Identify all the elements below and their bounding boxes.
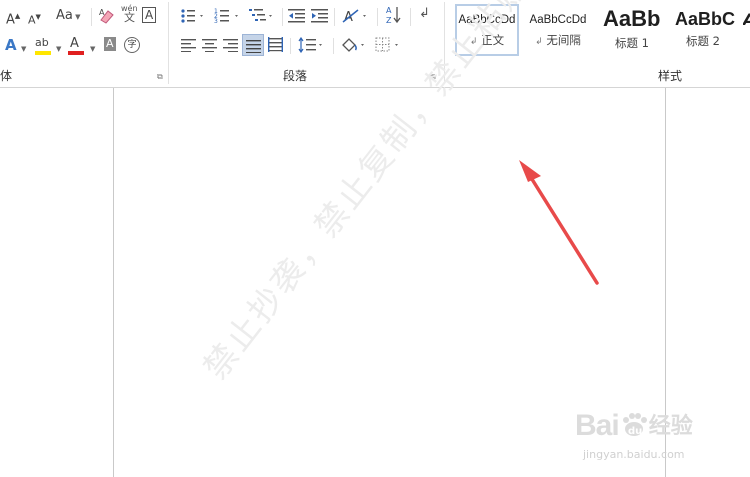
arrow-shaft — [528, 174, 599, 285]
annotation-overlay — [519, 160, 599, 285]
svg-text:du: du — [628, 426, 642, 437]
baidu-url: jingyan.baidu.com — [583, 448, 685, 461]
arrow-head — [519, 160, 541, 182]
baidu-jingyan-logo: Bai du 经验 — [575, 409, 693, 442]
paw-icon: du — [619, 412, 649, 438]
